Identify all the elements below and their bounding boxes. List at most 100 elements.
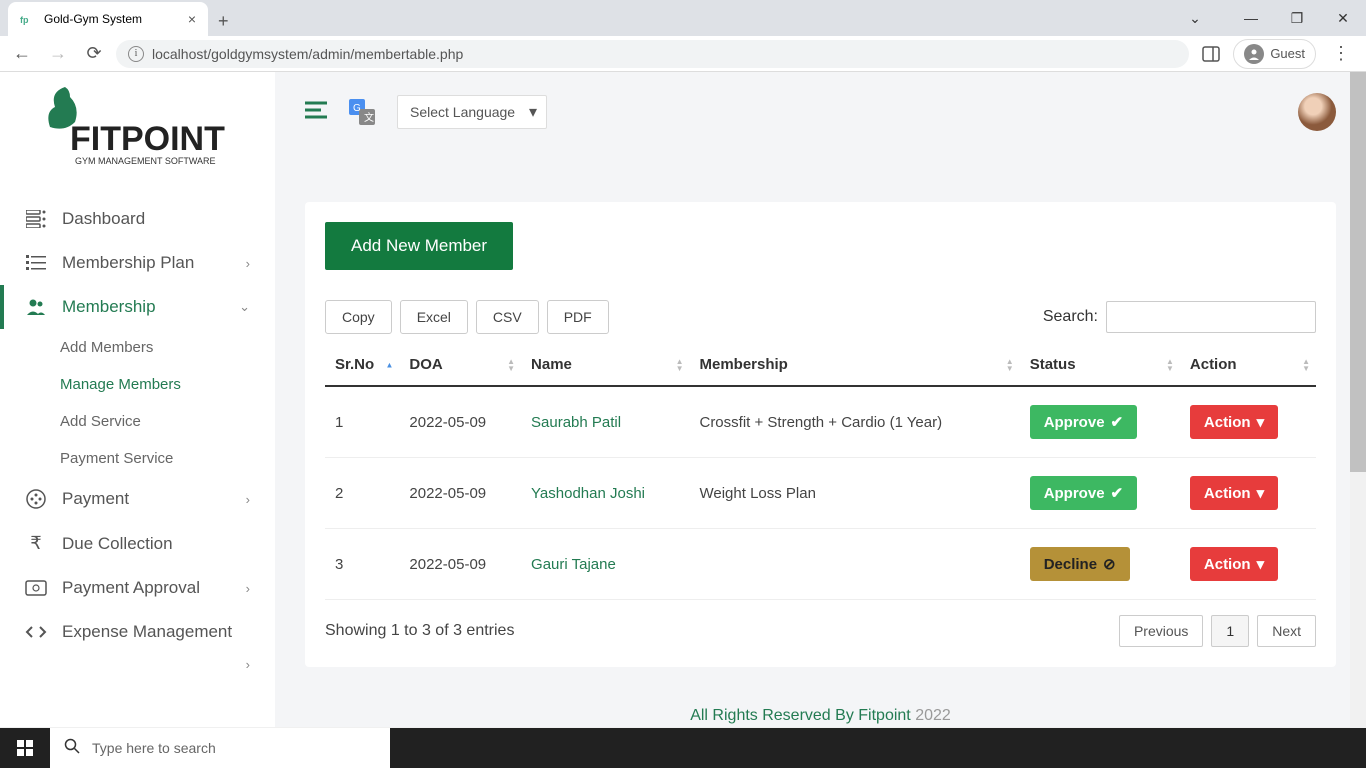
cell-name: Gauri Tajane xyxy=(521,529,689,600)
sidebar-item-membership-plan[interactable]: Membership Plan › xyxy=(0,241,275,285)
next-button[interactable]: Next xyxy=(1257,615,1316,647)
excel-button[interactable]: Excel xyxy=(400,300,468,334)
side-panel-icon[interactable] xyxy=(1197,40,1225,68)
submenu: Add Members Manage Members Add Service P… xyxy=(0,329,275,477)
tab-search-icon[interactable]: ⌄ xyxy=(1172,0,1218,36)
col-srno[interactable]: Sr.No▲ xyxy=(325,344,399,386)
cell-doa: 2022-05-09 xyxy=(399,458,521,529)
chevron-right-icon: › xyxy=(246,492,250,507)
avatar-icon xyxy=(1244,44,1264,64)
search-input[interactable] xyxy=(1106,301,1316,333)
sidebar-item-payment[interactable]: Payment › xyxy=(0,477,275,521)
chevron-right-icon: › xyxy=(246,657,250,672)
table-controls: Copy Excel CSV PDF Search: xyxy=(325,300,1316,334)
forward-button[interactable]: → xyxy=(44,40,72,68)
member-name-link[interactable]: Saurabh Patil xyxy=(531,414,621,431)
action-dropdown-button[interactable]: Action ▾ xyxy=(1190,476,1278,510)
language-select[interactable]: Select Language xyxy=(397,95,547,129)
sidebar-item-expense-management[interactable]: Expense Management › xyxy=(0,610,275,684)
add-new-member-button[interactable]: Add New Member xyxy=(325,222,513,270)
sidebar-item-due-collection[interactable]: ₹ Due Collection xyxy=(0,521,275,566)
search-box: Search: xyxy=(1043,301,1316,333)
submenu-manage-members[interactable]: Manage Members xyxy=(60,366,275,403)
footer-text: All Rights Reserved By Fitpoint xyxy=(690,707,911,724)
scrollbar-thumb[interactable] xyxy=(1350,72,1366,472)
logo[interactable]: FITPOINT GYM MANAGEMENT SOFTWARE xyxy=(0,72,275,197)
taskbar: Type here to search xyxy=(0,728,1366,768)
users-icon xyxy=(25,298,47,316)
minimize-button[interactable]: — xyxy=(1228,0,1274,36)
action-dropdown-button[interactable]: Action ▾ xyxy=(1190,405,1278,439)
cell-name: Yashodhan Joshi xyxy=(521,458,689,529)
browser-tab[interactable]: fp Gold-Gym System × xyxy=(8,2,208,36)
pdf-button[interactable]: PDF xyxy=(547,300,609,334)
svg-text:文: 文 xyxy=(364,111,374,124)
table-header-row: Sr.No▲ DOA▲▼ Name▲▼ Membership▲▼ Status▲… xyxy=(325,344,1316,386)
site-info-icon[interactable]: i xyxy=(128,46,144,62)
cell-membership: Weight Loss Plan xyxy=(689,458,1019,529)
profile-label: Guest xyxy=(1270,46,1305,61)
status-badge: Decline ⊘ xyxy=(1030,547,1130,581)
dashboard-icon xyxy=(25,210,47,228)
cell-srno: 1 xyxy=(325,386,399,458)
sidebar-item-dashboard[interactable]: Dashboard xyxy=(0,197,275,241)
col-membership[interactable]: Membership▲▼ xyxy=(689,344,1019,386)
close-icon[interactable]: × xyxy=(188,11,196,27)
member-name-link[interactable]: Gauri Tajane xyxy=(531,556,616,573)
action-dropdown-button[interactable]: Action ▾ xyxy=(1190,547,1278,581)
table-footer: Showing 1 to 3 of 3 entries Previous 1 N… xyxy=(325,615,1316,647)
maximize-button[interactable]: ❐ xyxy=(1274,0,1320,36)
table-row: 1 2022-05-09 Saurabh Patil Crossfit + St… xyxy=(325,386,1316,458)
sidebar-label: Dashboard xyxy=(62,209,145,229)
menu-toggle-icon[interactable] xyxy=(305,98,327,126)
col-doa[interactable]: DOA▲▼ xyxy=(399,344,521,386)
money-icon xyxy=(25,580,47,596)
svg-text:fp: fp xyxy=(20,15,29,25)
scrollbar[interactable] xyxy=(1350,72,1366,728)
main-content: G文 Select Language Add New Member Copy E… xyxy=(275,72,1366,727)
address-bar[interactable]: i localhost/goldgymsystem/admin/memberta… xyxy=(116,40,1189,68)
csv-button[interactable]: CSV xyxy=(476,300,539,334)
footer: All Rights Reserved By Fitpoint 2022 xyxy=(275,687,1366,727)
prev-button[interactable]: Previous xyxy=(1119,615,1203,647)
status-badge: Approve ✔ xyxy=(1030,476,1137,510)
taskbar-search[interactable]: Type here to search xyxy=(50,728,390,768)
reload-button[interactable]: ⟳ xyxy=(80,40,108,68)
cell-name: Saurabh Patil xyxy=(521,386,689,458)
submenu-payment-service[interactable]: Payment Service xyxy=(60,440,275,477)
ban-icon: ⊘ xyxy=(1103,555,1116,573)
close-window-button[interactable]: ✕ xyxy=(1320,0,1366,36)
cell-srno: 3 xyxy=(325,529,399,600)
sidebar-label: Expense Management xyxy=(62,622,232,642)
page-1-button[interactable]: 1 xyxy=(1211,615,1249,647)
back-button[interactable]: ← xyxy=(8,40,36,68)
browser-menu-icon[interactable]: ⋮ xyxy=(1324,43,1358,64)
copy-button[interactable]: Copy xyxy=(325,300,392,334)
col-status[interactable]: Status▲▼ xyxy=(1020,344,1180,386)
topbar: G文 Select Language xyxy=(275,72,1366,152)
status-badge: Approve ✔ xyxy=(1030,405,1137,439)
cell-srno: 2 xyxy=(325,458,399,529)
window-controls: ⌄ — ❐ ✕ xyxy=(1172,0,1366,36)
col-name[interactable]: Name▲▼ xyxy=(521,344,689,386)
submenu-add-service[interactable]: Add Service xyxy=(60,403,275,440)
coin-icon xyxy=(25,489,47,509)
sidebar-label: Due Collection xyxy=(62,534,173,554)
members-table: Sr.No▲ DOA▲▼ Name▲▼ Membership▲▼ Status▲… xyxy=(325,344,1316,600)
search-label: Search: xyxy=(1043,308,1098,326)
sidebar-label: Payment Approval xyxy=(62,578,200,598)
footer-year: 2022 xyxy=(915,707,951,724)
sidebar-item-payment-approval[interactable]: Payment Approval › xyxy=(0,566,275,610)
profile-button[interactable]: Guest xyxy=(1233,39,1316,69)
col-action[interactable]: Action▲▼ xyxy=(1180,344,1316,386)
start-button[interactable] xyxy=(0,728,50,768)
translate-icon: G文 xyxy=(347,97,377,127)
chevron-down-icon: ▾ xyxy=(1257,413,1265,431)
user-avatar[interactable] xyxy=(1298,93,1336,131)
export-buttons: Copy Excel CSV PDF xyxy=(325,300,609,334)
member-name-link[interactable]: Yashodhan Joshi xyxy=(531,485,645,502)
new-tab-button[interactable]: + xyxy=(208,7,239,36)
list-icon xyxy=(25,255,47,271)
sidebar-item-membership[interactable]: Membership ⌄ xyxy=(0,285,275,329)
submenu-add-members[interactable]: Add Members xyxy=(60,329,275,366)
